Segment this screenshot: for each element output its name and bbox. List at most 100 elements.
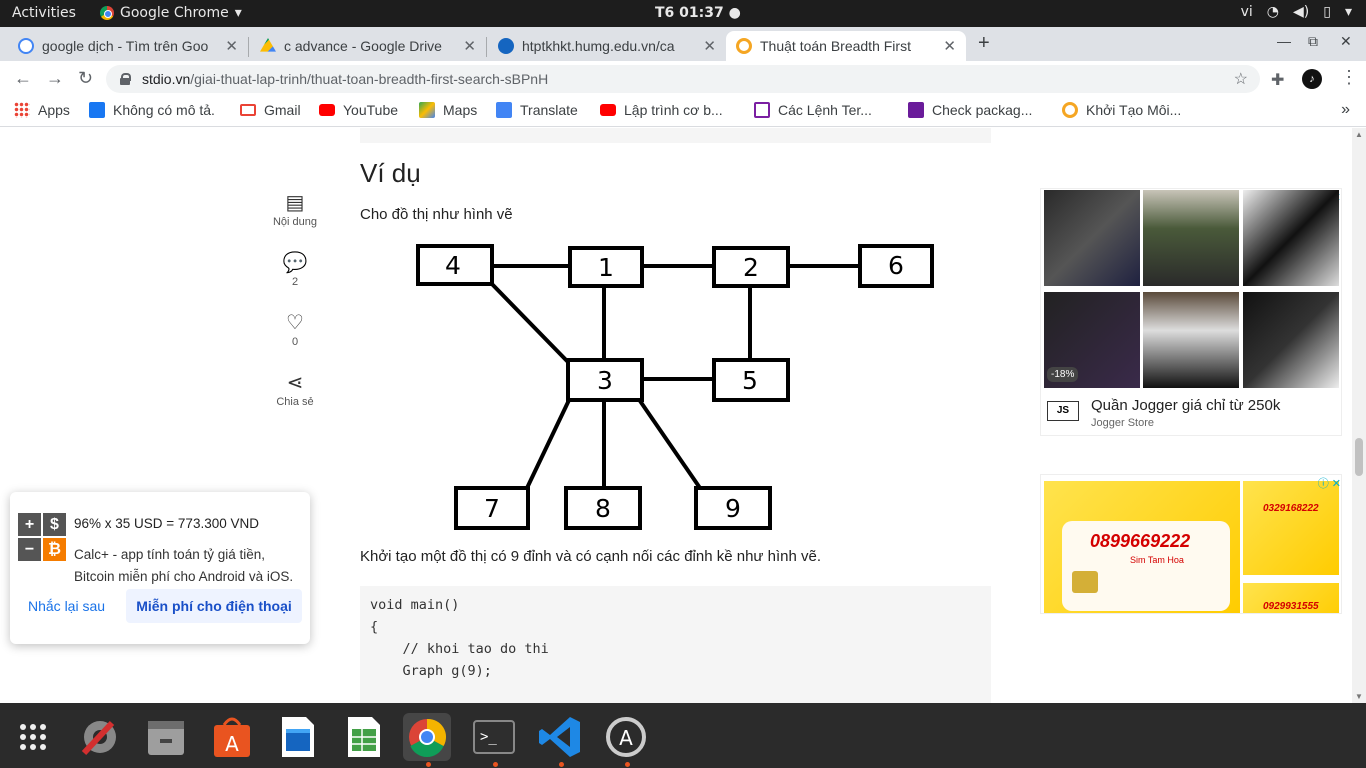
lock-icon[interactable] xyxy=(120,73,131,85)
bookmark-star-icon[interactable]: ☆ xyxy=(1234,69,1248,89)
toc-button[interactable]: ▤ Nội dung xyxy=(262,190,328,228)
terminal-icon[interactable]: >_ xyxy=(470,713,518,761)
bookmark-facebook[interactable]: Không có mô tả. xyxy=(89,102,215,118)
new-tab-button[interactable]: + xyxy=(978,32,990,55)
bookmark-label: Translate xyxy=(520,102,578,118)
desktop: Activities Google Chrome ▾ T6 01:37 ● vi… xyxy=(0,0,1366,768)
node-label: 4 xyxy=(445,251,461,280)
tiktok-extension-icon[interactable]: ♪ xyxy=(1302,69,1322,89)
graph-description: Khởi tạo một đồ thị có 9 đỉnh và có cạnh… xyxy=(360,548,821,565)
tab-google-search[interactable]: google dịch - Tìm trên Goo ✕ xyxy=(8,31,248,61)
page-scrollbar[interactable]: ▲ ▼ xyxy=(1352,128,1366,703)
close-window-button[interactable]: ✕ xyxy=(1340,33,1352,50)
scrollbar-thumb[interactable] xyxy=(1355,438,1363,476)
gmail-icon xyxy=(240,104,256,116)
sim-ad[interactable]: ⓘ ✕ 0899669222 Sim Tam Hoa 0329168222 09… xyxy=(1040,474,1342,614)
sim-ad-side[interactable]: 0329168222 xyxy=(1243,481,1339,575)
bookmark-check-package[interactable]: Check packag... xyxy=(908,102,1032,118)
node-label: 5 xyxy=(742,366,758,395)
running-indicator xyxy=(625,762,630,767)
intro-paragraph: Cho đồ thị như hình vẽ xyxy=(360,206,513,223)
system-tray[interactable]: vi ◔ ◀) ▯ ▾ xyxy=(1241,4,1352,20)
sim-ad-side[interactable]: 0929931555 xyxy=(1243,583,1339,613)
bookmark-cac-lenh[interactable]: Các Lệnh Ter... xyxy=(754,102,872,118)
code-line: void main() xyxy=(370,597,460,613)
bookmark-khoi-tao[interactable]: Khởi Tạo Môi... xyxy=(1062,102,1181,118)
bookmark-youtube[interactable]: YouTube xyxy=(319,102,398,118)
extensions-puzzle-icon[interactable]: ✚ xyxy=(1271,70,1284,90)
menu-kebab-icon[interactable]: ⋮ xyxy=(1340,67,1358,88)
product-image[interactable] xyxy=(1044,190,1140,286)
share-button[interactable]: ⋖ Chia sẻ xyxy=(262,370,328,408)
site-globe-icon xyxy=(498,38,514,54)
software-updater-icon[interactable]: A xyxy=(602,713,650,761)
bookmark-translate[interactable]: Translate xyxy=(496,102,578,118)
product-image[interactable] xyxy=(1243,190,1339,286)
google-drive-icon xyxy=(260,38,276,52)
wifi-icon: ◔ xyxy=(1266,4,1280,20)
product-image[interactable] xyxy=(1143,292,1239,388)
sim-label: Sim Tam Hoa xyxy=(1130,555,1184,565)
chrome-browser-icon[interactable] xyxy=(403,713,451,761)
bookmark-label: Check packag... xyxy=(932,102,1033,118)
remind-later-button[interactable]: Nhắc lại sau xyxy=(28,598,105,614)
code-line: // khoi tao do thi xyxy=(370,641,549,657)
vscode-icon[interactable] xyxy=(536,713,584,761)
reload-icon[interactable]: ↻ xyxy=(78,68,93,89)
comments-button[interactable]: 💬 2 xyxy=(262,250,328,288)
youtube-icon xyxy=(319,104,335,116)
ad-title[interactable]: Quần Jogger giá chỉ từ 250k xyxy=(1091,397,1280,414)
ad-choices-icon[interactable]: ⓘ ✕ xyxy=(1318,475,1341,491)
calc-app-popup: + $ − ₿ 96% x 35 USD = 773.300 VND Calc+… xyxy=(10,492,310,644)
language-indicator[interactable]: vi xyxy=(1241,4,1253,20)
tab-humg[interactable]: htptkhkt.humg.edu.vn/ca ✕ xyxy=(488,31,726,61)
bookmark-apps[interactable]: Apps xyxy=(14,102,70,118)
bookmark-gmail[interactable]: Gmail xyxy=(240,102,301,118)
forward-arrow-icon[interactable]: → xyxy=(46,68,64,89)
chevron-right-icon[interactable]: » xyxy=(1341,101,1350,119)
bookmark-label: YouTube xyxy=(343,102,399,118)
product-image[interactable] xyxy=(1143,190,1239,286)
node-label: 8 xyxy=(595,494,611,523)
product-image[interactable] xyxy=(1243,292,1339,388)
maximize-button[interactable]: ⧉ xyxy=(1308,33,1318,50)
app-menu-label: Google Chrome xyxy=(120,5,229,21)
document-icon: ▤ xyxy=(285,192,305,214)
app-menu[interactable]: Google Chrome ▾ xyxy=(100,5,242,21)
writer-document-icon[interactable] xyxy=(274,713,322,761)
translate-icon xyxy=(496,102,512,118)
jogger-ad[interactable]: ⓘ ✕ -18% JS Quần Jogger giá chỉ từ 250k … xyxy=(1040,188,1342,436)
bookmark-lap-trinh[interactable]: Lập trình cơ b... xyxy=(600,102,723,118)
scroll-up-icon[interactable]: ▲ xyxy=(1355,130,1363,139)
tab-bfs-article[interactable]: Thuật toán Breadth First ✕ xyxy=(726,31,966,61)
jogger-store-logo: JS xyxy=(1047,401,1079,421)
activities-button[interactable]: Activities xyxy=(12,5,76,21)
node-label: 9 xyxy=(725,494,741,523)
node-label: 7 xyxy=(484,494,500,523)
close-icon[interactable]: ✕ xyxy=(463,37,476,55)
bookmark-maps[interactable]: Maps xyxy=(419,102,477,118)
like-button[interactable]: ♡ 0 xyxy=(262,310,328,348)
free-for-phone-button[interactable]: Miễn phí cho điện thoại xyxy=(126,589,302,623)
node-label: 2 xyxy=(743,253,759,282)
close-icon[interactable]: ✕ xyxy=(943,37,956,55)
chrome-icon xyxy=(100,6,114,20)
address-bar[interactable]: stdio.vn/giai-thuat-lap-trinh/thuat-toan… xyxy=(106,65,1260,93)
scroll-down-icon[interactable]: ▼ xyxy=(1355,692,1363,701)
software-store-icon[interactable]: A xyxy=(208,713,256,761)
minimize-button[interactable]: — xyxy=(1277,33,1291,49)
clock[interactable]: T6 01:37 ● xyxy=(655,5,741,21)
close-icon[interactable]: ✕ xyxy=(703,37,716,55)
heart-icon: ♡ xyxy=(286,312,304,334)
calc-spreadsheet-icon[interactable] xyxy=(340,713,388,761)
file-cabinet-icon[interactable] xyxy=(142,713,190,761)
edge-3-7 xyxy=(525,397,572,489)
tab-google-drive[interactable]: c advance - Google Drive ✕ xyxy=(250,31,486,61)
sim-ad-main[interactable]: 0899669222 Sim Tam Hoa xyxy=(1044,481,1240,613)
show-apps-grid-icon[interactable] xyxy=(9,713,57,761)
ad-brand[interactable]: Jogger Store xyxy=(1091,417,1154,429)
settings-tools-icon[interactable] xyxy=(76,713,124,761)
edge-4-3 xyxy=(488,280,570,364)
back-arrow-icon[interactable]: ← xyxy=(14,68,32,89)
close-icon[interactable]: ✕ xyxy=(225,37,238,55)
